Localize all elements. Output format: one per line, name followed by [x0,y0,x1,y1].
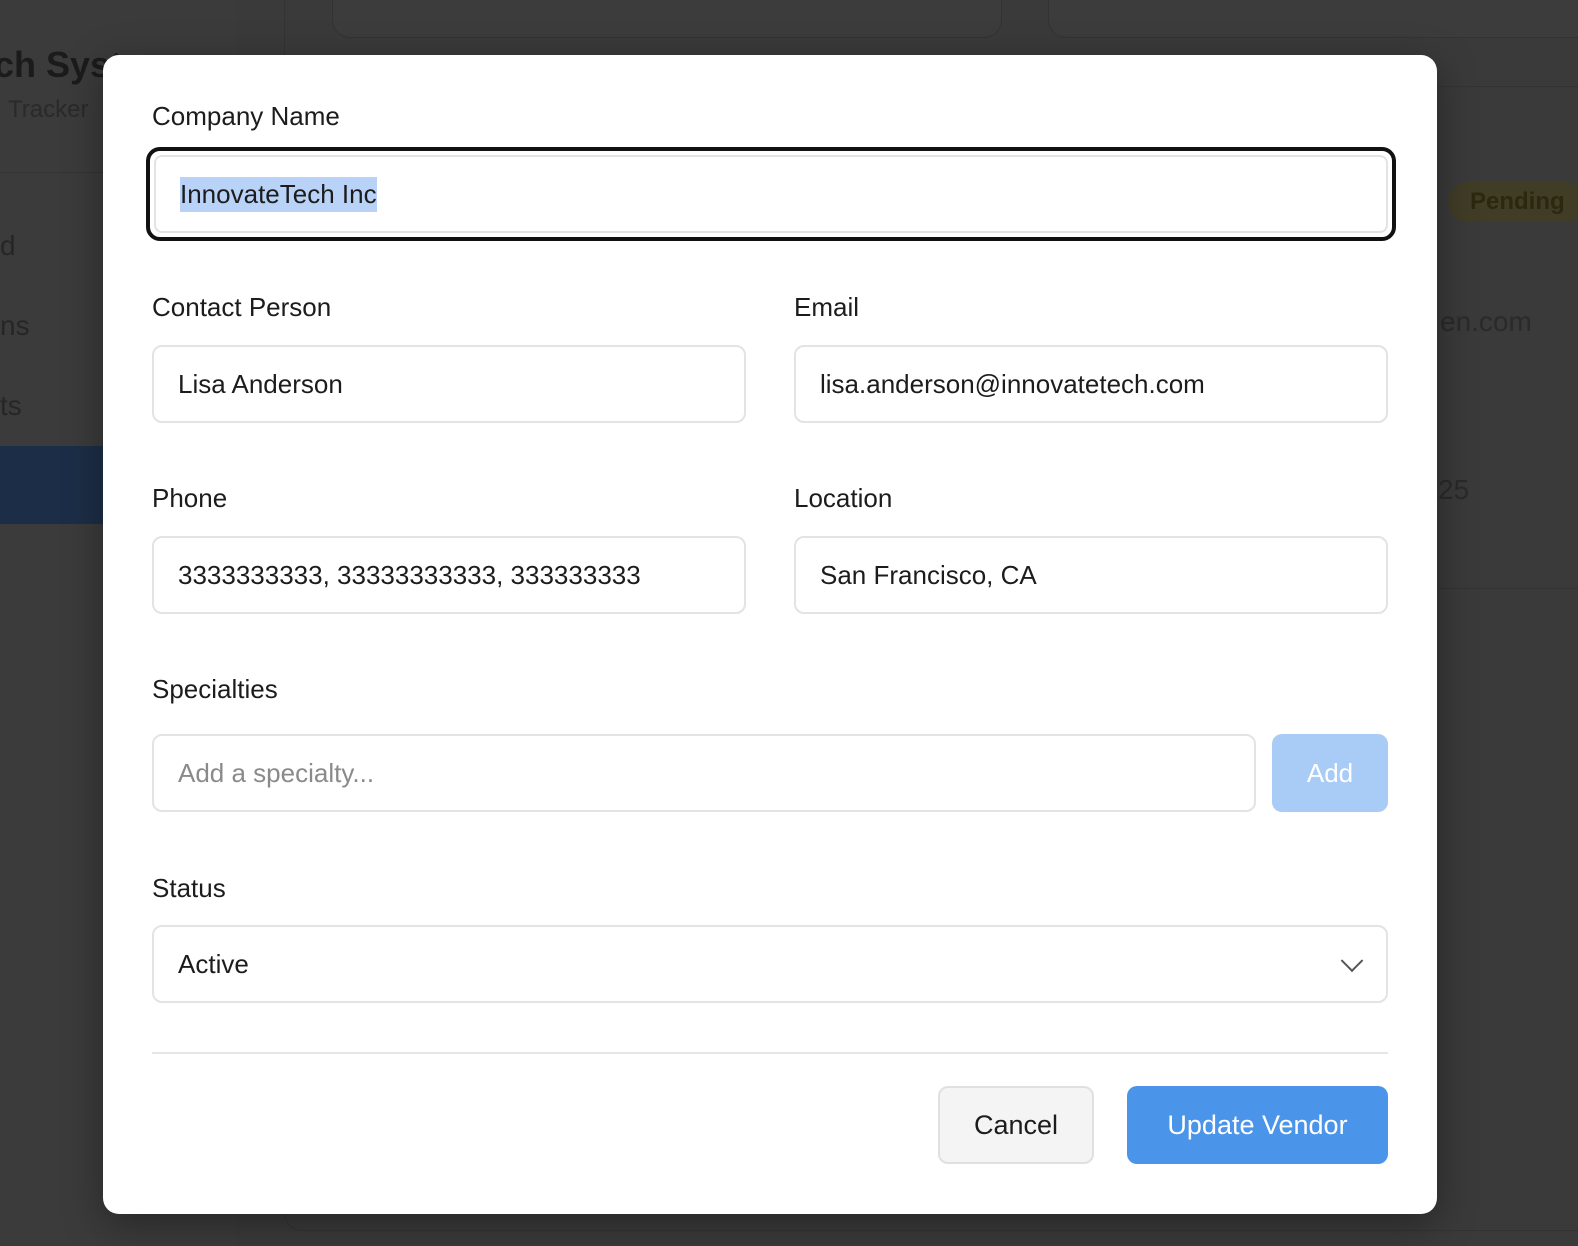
location-value: San Francisco, CA [820,559,1037,590]
sidebar-item-2[interactable]: ns [0,310,30,342]
company-name-value: InnovateTech Inc [180,176,377,212]
sidebar-item-3[interactable]: ts [0,390,22,422]
email-label: Email [794,292,860,322]
specialty-input[interactable]: Add a specialty... [152,734,1256,812]
edit-vendor-modal: Company Name InnovateTech Inc Contact Pe… [103,55,1437,1214]
contact-person-value: Lisa Anderson [178,368,343,399]
status-value: Active [178,948,249,979]
location-label: Location [794,483,893,513]
phone-input[interactable]: 3333333333, 33333333333, 333333333 [152,536,746,614]
cancel-button[interactable]: Cancel [938,1086,1094,1164]
phone-label: Phone [152,483,228,513]
app-brand-subtitle: Tracker [8,96,89,123]
email-input[interactable]: lisa.anderson@innovatetech.com [794,345,1388,423]
status-badge-pending: Pending [1448,182,1578,222]
status-label: Status [152,873,226,903]
contact-person-label: Contact Person [152,292,332,322]
update-vendor-button[interactable]: Update Vendor [1127,1086,1388,1164]
vendor-number-fragment: 25 [1438,474,1470,505]
specialties-label: Specialties [152,674,278,704]
chevron-down-icon [1340,949,1364,973]
company-name-input[interactable]: InnovateTech Inc [146,147,1396,241]
sidebar-item-1[interactable]: d [0,230,16,262]
email-value: lisa.anderson@innovatetech.com [820,368,1205,399]
status-select[interactable]: Active [152,925,1388,1003]
contact-person-input[interactable]: Lisa Anderson [152,345,746,423]
panel-divider [1438,588,1578,589]
vendor-email-fragment: en.com [1440,306,1532,337]
specialty-placeholder: Add a specialty... [178,757,375,788]
company-name-label: Company Name [152,101,340,131]
footer-divider [152,1052,1388,1054]
panel-divider [1438,86,1578,87]
add-specialty-button[interactable]: Add [1272,734,1388,812]
phone-value: 3333333333, 33333333333, 333333333 [178,559,641,590]
location-input[interactable]: San Francisco, CA [794,536,1388,614]
